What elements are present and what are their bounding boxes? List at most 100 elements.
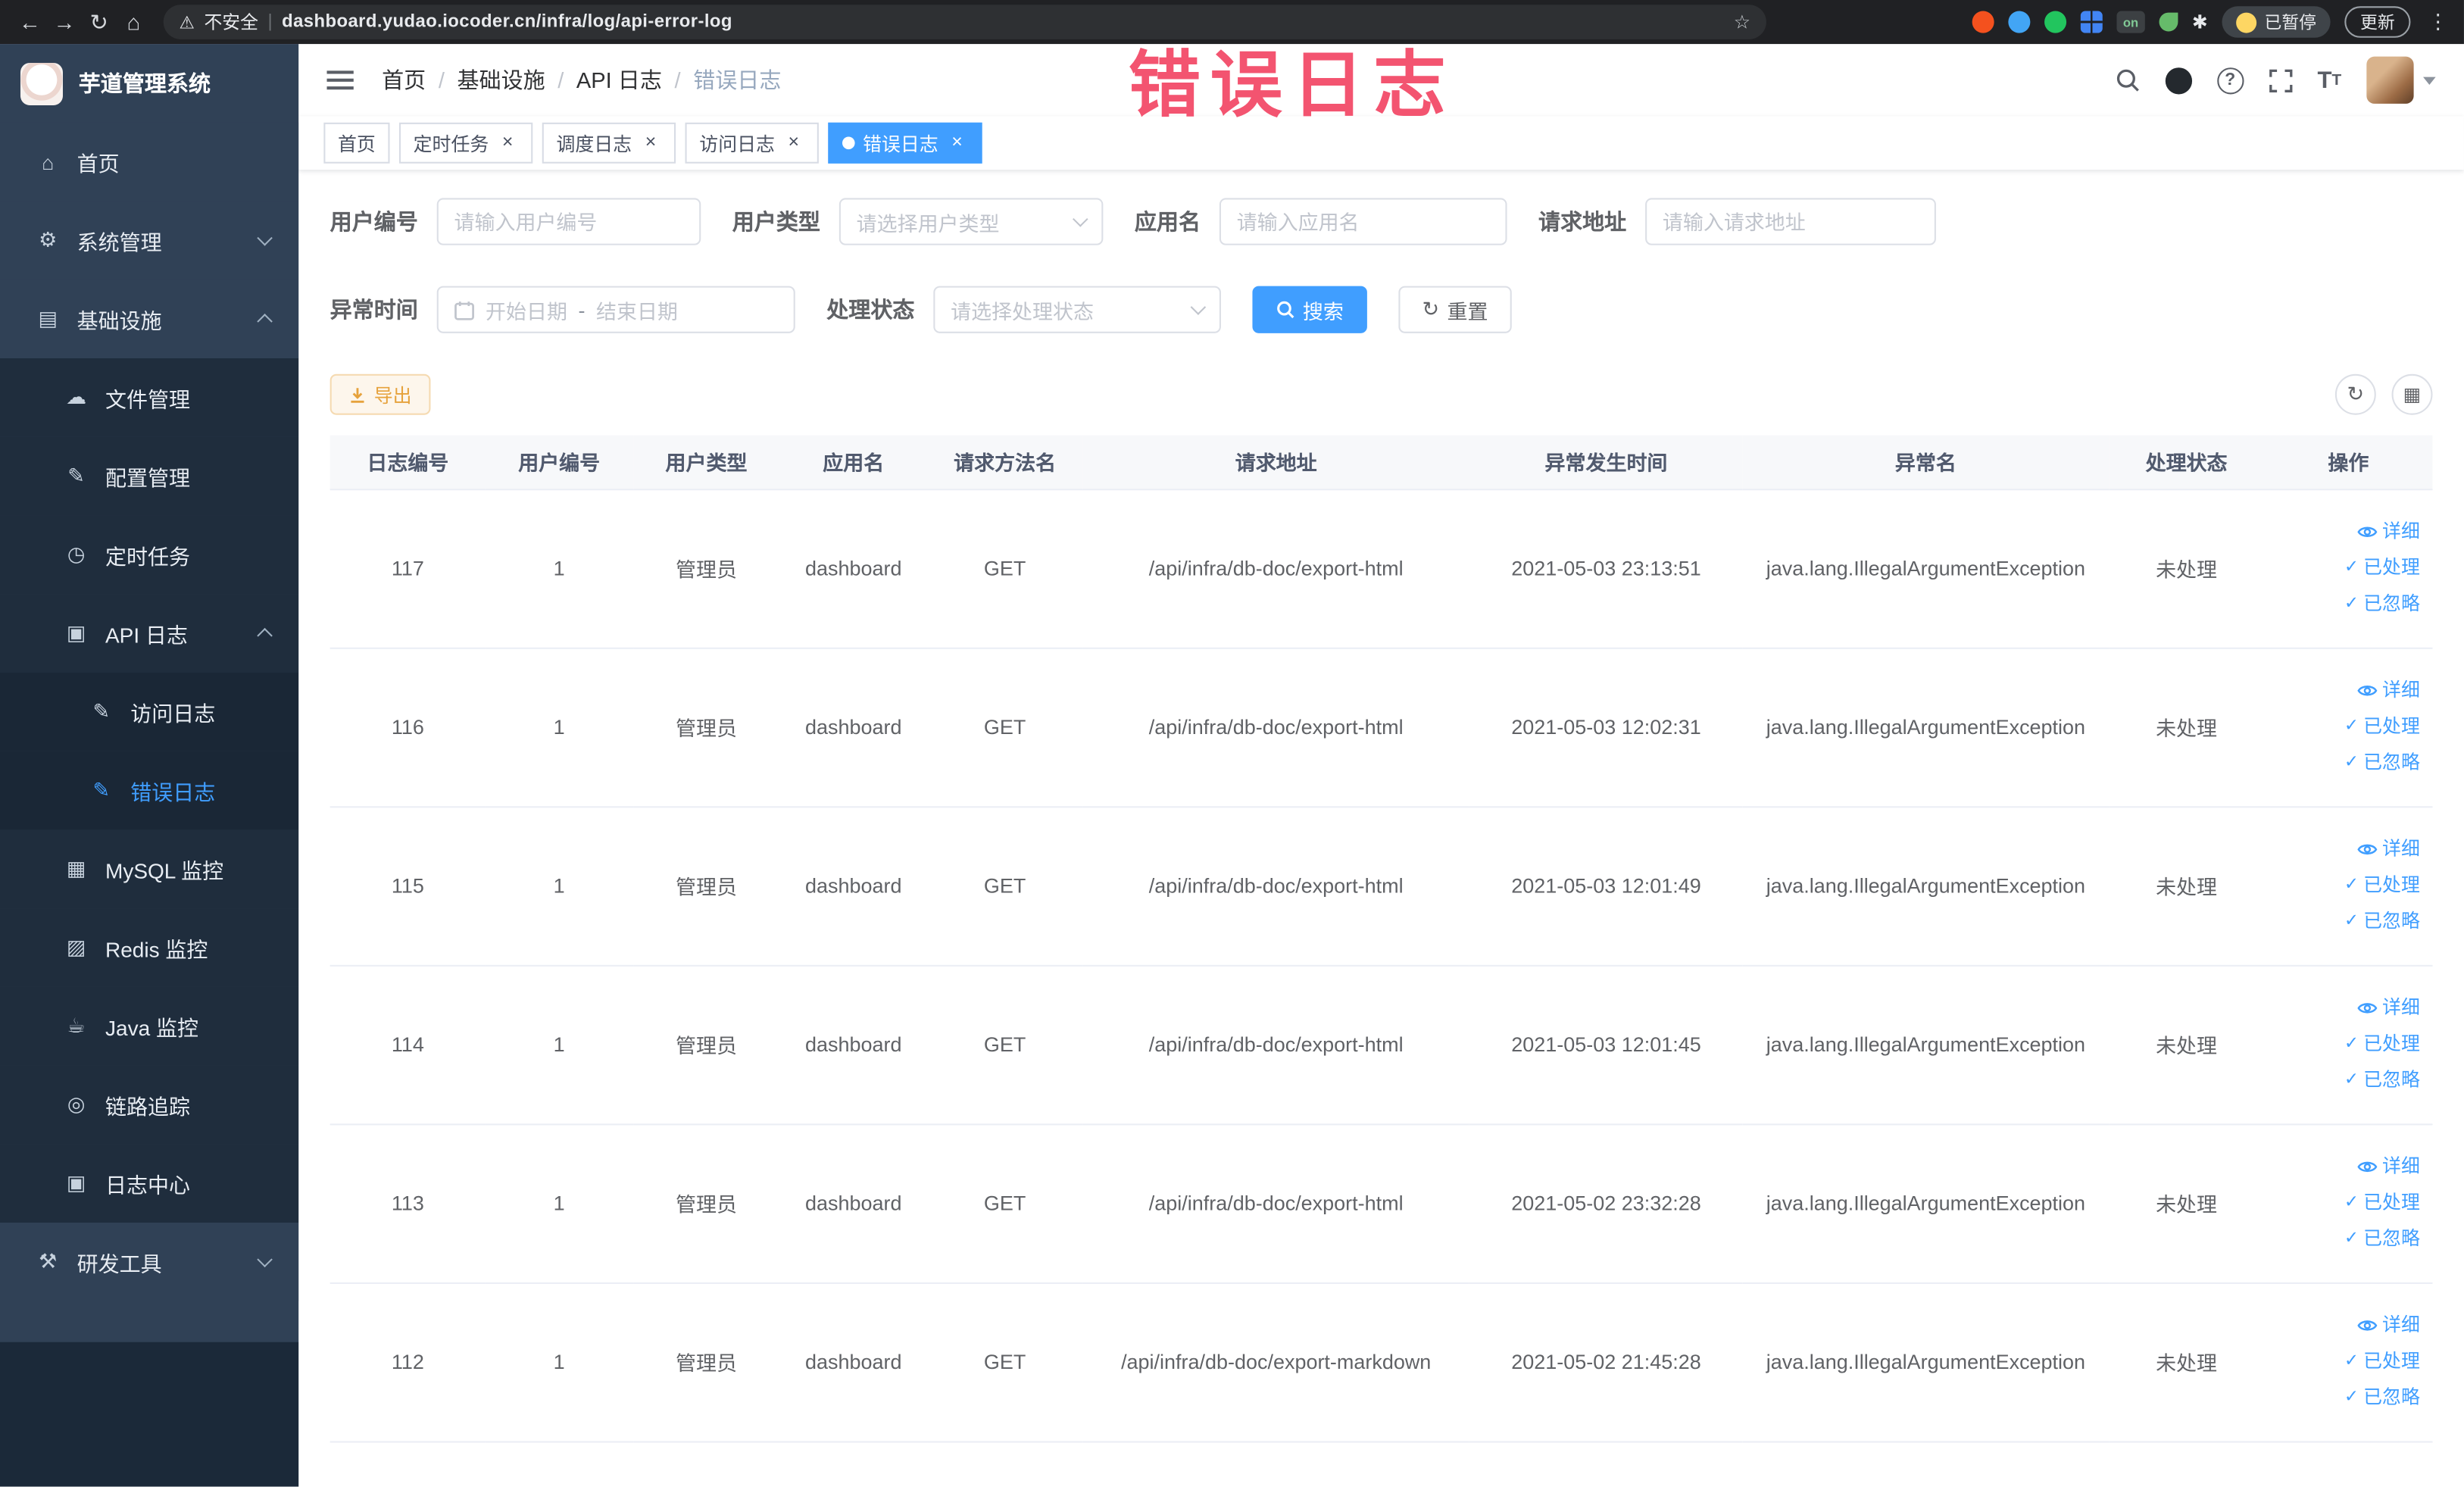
breadcrumb-home[interactable]: 首页: [382, 64, 426, 95]
help-icon[interactable]: [2216, 67, 2244, 94]
user-type-select[interactable]: 请选择用户类型: [839, 198, 1104, 245]
process-status-select[interactable]: 请选择处理状态: [933, 286, 1221, 333]
ignored-link[interactable]: 已忽略: [2264, 748, 2420, 776]
eye-icon: [2357, 1003, 2378, 1014]
ignored-link[interactable]: 已忽略: [2264, 1383, 2420, 1411]
sidebar-item-redis-monitor[interactable]: ▨ Redis 监控: [0, 908, 299, 987]
processed-link[interactable]: 已处理: [2264, 1347, 2420, 1375]
fullscreen-icon[interactable]: [2269, 68, 2292, 92]
calendar-icon: [454, 301, 474, 320]
breadcrumb-separator: [557, 67, 564, 92]
user-avatar-dropdown[interactable]: [2366, 56, 2436, 104]
detail-label: 详细: [2382, 679, 2420, 701]
extension-pinwheel-icon[interactable]: [2192, 11, 2208, 33]
user-id-input[interactable]: [454, 209, 684, 234]
request-url-input[interactable]: [1662, 209, 1919, 234]
processed-link[interactable]: 已处理: [2264, 1029, 2420, 1057]
active-dot-icon: [842, 136, 855, 150]
processed-link[interactable]: 已处理: [2264, 553, 2420, 581]
extension-grid-icon[interactable]: [2080, 11, 2103, 33]
exception-time-range-picker[interactable]: 开始日期 - 结束日期: [436, 286, 795, 333]
page-url: dashboard.yudao.iocoder.cn/infra/log/api…: [282, 12, 732, 32]
tag-scheduled-task[interactable]: 定时任务: [398, 122, 533, 164]
detail-link[interactable]: 详细: [2264, 1154, 2420, 1180]
search-icon[interactable]: [2115, 67, 2140, 92]
sidebar-item-mysql-monitor[interactable]: ▦ MySQL 监控: [0, 829, 299, 909]
cell-actions: 详细 已处理 已忽略: [2264, 647, 2433, 808]
processed-link[interactable]: 已处理: [2264, 712, 2420, 740]
extension-on-badge[interactable]: on: [2116, 11, 2145, 33]
extension-orange-icon[interactable]: [1972, 11, 1994, 33]
sidebar-item-log-center[interactable]: ▣ 日志中心: [0, 1144, 299, 1223]
processed-link[interactable]: 已处理: [2264, 1188, 2420, 1216]
sidebar-item-scheduled-task[interactable]: ◷ 定时任务: [0, 515, 299, 595]
filter-label: 用户编号: [329, 208, 418, 235]
sidebar-item-access-log[interactable]: ✎ 访问日志: [0, 672, 299, 751]
search-button[interactable]: 搜索: [1252, 286, 1367, 333]
tag-error-log[interactable]: 错误日志: [828, 122, 982, 164]
sidebar-item-system[interactable]: ⚙ 系统管理: [0, 201, 299, 280]
breadcrumb-infrastructure[interactable]: 基础设施: [457, 64, 545, 95]
app-name-input[interactable]: [1236, 209, 1490, 234]
sidebar-logo[interactable]: 芋道管理系统: [0, 44, 298, 123]
processed-link[interactable]: 已处理: [2264, 870, 2420, 898]
extension-green-icon[interactable]: [2044, 11, 2066, 33]
close-icon[interactable]: [497, 132, 519, 154]
browser-home-icon[interactable]: [117, 5, 151, 39]
chevron-down-icon: [257, 1251, 273, 1268]
forward-icon[interactable]: [47, 5, 82, 39]
navbar-right: [2115, 56, 2436, 104]
detail-link[interactable]: 详细: [2264, 836, 2420, 863]
back-icon[interactable]: [13, 5, 48, 39]
ignored-link[interactable]: 已忽略: [2264, 1066, 2420, 1094]
ignored-link[interactable]: 已忽略: [2264, 907, 2420, 935]
cell-actions: 详细 已处理 已忽略: [2264, 964, 2433, 1125]
browser-menu-icon[interactable]: [2425, 9, 2451, 34]
export-button[interactable]: 导出: [329, 373, 431, 415]
cell-status: 未处理: [2108, 806, 2265, 966]
table-row: 115 1 管理员 dashboard GET /api/infra/db-do…: [329, 806, 2433, 966]
sidebar-item-config-manage[interactable]: ✎ 配置管理: [0, 436, 299, 516]
detail-link[interactable]: 详细: [2264, 995, 2420, 1021]
reload-icon[interactable]: [82, 5, 117, 39]
ignored-link[interactable]: 已忽略: [2264, 589, 2420, 617]
hamburger-icon[interactable]: [326, 70, 354, 90]
bookmark-star-icon[interactable]: [1734, 11, 1750, 33]
close-icon[interactable]: [782, 132, 804, 154]
github-icon[interactable]: [2165, 67, 2192, 94]
sidebar-item-infrastructure[interactable]: ▤ 基础设施: [0, 280, 299, 359]
sidebar-item-dev-tools[interactable]: ⚒ 研发工具: [0, 1223, 299, 1301]
column-settings-button[interactable]: [2391, 373, 2433, 415]
detail-link[interactable]: 详细: [2264, 1312, 2420, 1339]
sidebar-item-error-log[interactable]: ✎ 错误日志: [0, 751, 299, 830]
close-icon[interactable]: [946, 132, 968, 154]
table-refresh-button[interactable]: [2334, 373, 2376, 415]
detail-link[interactable]: 详细: [2264, 677, 2420, 704]
sidebar-item-api-log[interactable]: ▣ API 日志: [0, 594, 299, 673]
profile-sync-paused-chip[interactable]: 已暂停: [2222, 6, 2331, 38]
extension-leaf-icon[interactable]: [2159, 12, 2178, 32]
extension-blue-icon[interactable]: [2008, 11, 2031, 33]
eye-icon: [2357, 686, 2378, 696]
font-size-icon[interactable]: [2317, 67, 2341, 93]
sidebar-item-java-monitor[interactable]: ☕ Java 监控: [0, 986, 299, 1066]
address-bar[interactable]: 不安全 dashboard.yudao.iocoder.cn/infra/log…: [163, 5, 1766, 39]
sidebar-item-trace[interactable]: ◎ 链路追踪: [0, 1065, 299, 1145]
tag-dispatch-log[interactable]: 调度日志: [542, 122, 676, 164]
filter-request-url: 请求地址: [1538, 198, 1936, 245]
cell-status: 未处理: [2108, 1123, 2265, 1283]
chrome-update-chip[interactable]: 更新: [2344, 6, 2411, 38]
tag-label: 访问日志: [699, 133, 775, 155]
cell-log-id: 116: [329, 647, 486, 808]
sidebar-item-home[interactable]: ⌂ 首页: [0, 122, 299, 201]
breadcrumb-api-log[interactable]: API 日志: [576, 64, 662, 95]
detail-link[interactable]: 详细: [2264, 519, 2420, 545]
tag-access-log[interactable]: 访问日志: [685, 122, 819, 164]
close-icon[interactable]: [639, 132, 661, 154]
tag-home[interactable]: 首页: [323, 122, 390, 164]
ignored-link[interactable]: 已忽略: [2264, 1224, 2420, 1252]
check-icon: [2344, 1029, 2359, 1057]
sidebar-item-file-manage[interactable]: ☁ 文件管理: [0, 358, 299, 437]
reset-button[interactable]: 重置: [1398, 286, 1512, 333]
sidebar-item-label: 错误日志: [130, 781, 216, 805]
